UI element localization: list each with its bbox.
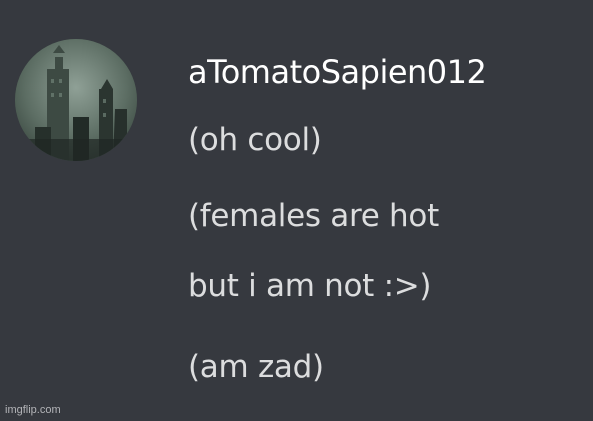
avatar[interactable] <box>15 39 137 161</box>
avatar-image <box>15 39 137 161</box>
watermark: imgflip.com <box>5 404 61 416</box>
message-line: (oh cool) <box>188 122 322 158</box>
chat-message: aTomatoSapien012 (oh cool) (females are … <box>0 0 593 421</box>
message-line: but i am not :>) <box>188 268 432 304</box>
message-line: (am zad) <box>188 349 324 385</box>
username[interactable]: aTomatoSapien012 <box>188 52 487 92</box>
message-line: (females are hot <box>188 198 439 234</box>
